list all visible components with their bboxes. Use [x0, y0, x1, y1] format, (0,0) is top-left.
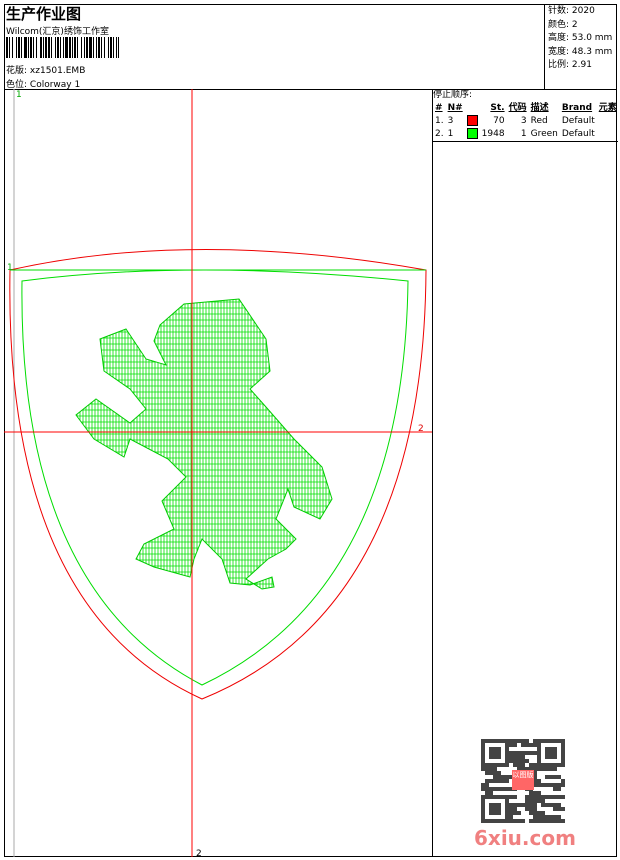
col-desc: 描述 [530, 103, 549, 113]
color-swatch [466, 115, 478, 126]
stop-sequence-panel: 停止顺序: # N# St. 代码 描述 Brand 元素 1. 3 70 3 Red Default… [432, 89, 618, 142]
design-canvas: 1 1 2 2 [4, 89, 433, 859]
barcode [6, 37, 121, 58]
design-height: 高度: 53.0 mm [548, 33, 613, 43]
marker-1-top: 1 [16, 90, 22, 100]
company-name: Wilcom(汇京)绣饰工作室 [6, 27, 109, 37]
col-element: 元素 [598, 103, 617, 113]
row-stitches: 1948 [481, 129, 505, 139]
design-scale: 比例: 2.91 [548, 60, 592, 70]
row-stitches: 70 [493, 116, 505, 126]
row-code: 3 [520, 116, 527, 126]
row-desc: Red [530, 116, 548, 126]
table-row: 2. 1 1948 1 Green Default [433, 128, 619, 141]
marker-1-left: 1 [7, 263, 13, 273]
col-code: 代码 [508, 103, 527, 113]
row-index: 1. [435, 116, 444, 126]
watermark: 6xiu.com [474, 826, 576, 850]
color-swatch [466, 128, 478, 139]
row-brand: Default [561, 116, 595, 126]
design-info: 针数: 2020 颜色: 2 高度: 53.0 mm 宽度: 48.3 mm 比… [544, 4, 617, 89]
row-needle: 3 [447, 116, 454, 126]
table-row: 1. 3 70 3 Red Default [433, 115, 619, 128]
row-brand: Default [561, 129, 595, 139]
page-title: 生产作业图 [6, 5, 82, 23]
design-label: 花版: [6, 66, 28, 76]
stitch-count: 针数: 2020 [548, 6, 595, 16]
col-index: # [435, 103, 443, 113]
seal-stamp: 以图版 [512, 770, 534, 790]
col-brand: Brand [561, 103, 593, 113]
col-stitches: St. [490, 103, 505, 113]
design-preview: 1 1 2 2 [4, 89, 432, 859]
row-index: 2. [435, 129, 444, 139]
design-value: xz1501.EMB [29, 66, 86, 76]
marker-2-bottom: 2 [196, 849, 202, 857]
row-code: 1 [520, 129, 527, 139]
row-needle: 1 [447, 129, 454, 139]
design-width: 宽度: 48.3 mm [548, 46, 613, 57]
design-name: 花版: xz1501.EMB [6, 63, 85, 76]
row-desc: Green [530, 129, 558, 139]
stop-sequence-table: # N# St. 代码 描述 Brand 元素 1. 3 70 3 Red Default 2. 1 19… [433, 102, 619, 141]
marker-2-right: 2 [418, 424, 424, 434]
lion-embroidery [75, 298, 333, 590]
color-count: 颜色: 2 [548, 19, 578, 30]
stop-sequence-title: 停止顺序: [433, 90, 473, 100]
col-needle: N# [447, 103, 463, 113]
